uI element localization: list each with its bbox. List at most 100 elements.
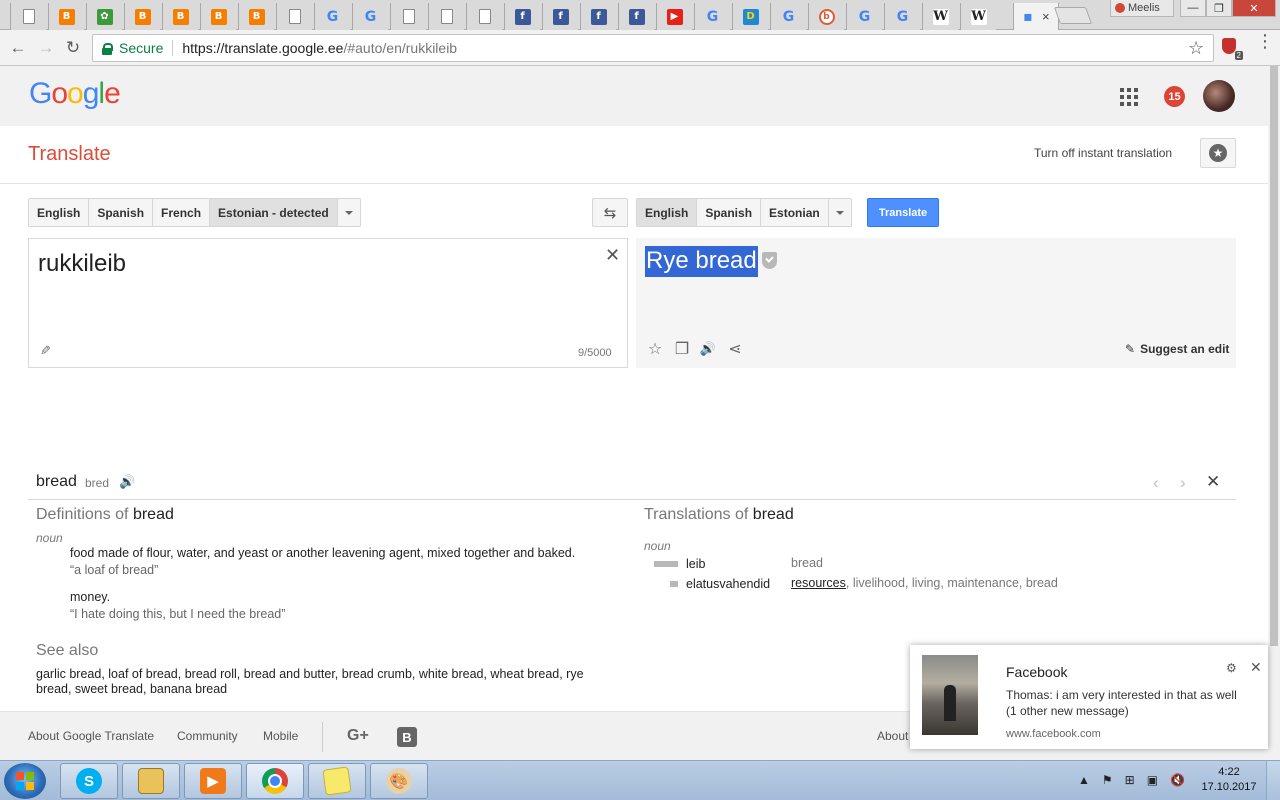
speaker-icon[interactable]: 🔊 (119, 474, 135, 490)
tab-close-icon[interactable]: × (1042, 9, 1050, 24)
browser-tab[interactable]: f (542, 3, 578, 30)
bookmark-star-icon[interactable]: ☆ (1188, 38, 1204, 59)
show-desktop-button[interactable] (1266, 761, 1280, 800)
source-lang-english[interactable]: English (29, 199, 90, 226)
address-bar[interactable]: Secure https://translate.google.ee/#auto… (92, 34, 1214, 62)
profile-button[interactable]: Meelis (1110, 0, 1174, 17)
network-device-icon[interactable]: ⊞ (1125, 773, 1135, 787)
target-lang-spanish[interactable]: Spanish (697, 199, 762, 226)
browser-tab[interactable]: B (238, 3, 274, 30)
synonym-list[interactable]: , livelihood, living, maintenance, bread (846, 576, 1058, 590)
target-lang-dropdown[interactable] (829, 199, 851, 226)
page-title[interactable]: Translate (28, 143, 111, 166)
browser-tab[interactable]: W (960, 3, 996, 30)
next-icon[interactable]: › (1180, 473, 1186, 493)
browser-tab[interactable]: D (732, 3, 768, 30)
source-text[interactable]: rukkileib (38, 250, 126, 278)
browser-tab[interactable] (10, 3, 46, 30)
browser-tab[interactable]: f (580, 3, 616, 30)
back-button[interactable]: ← (8, 38, 28, 58)
browser-tab[interactable]: B (124, 3, 160, 30)
source-lang-dropdown[interactable] (338, 199, 360, 226)
google-logo[interactable]: Google (29, 77, 121, 111)
browser-tab[interactable]: B (200, 3, 236, 30)
footer-link-about-google[interactable]: About (877, 729, 908, 743)
translation-word[interactable]: elatusvahendid (686, 577, 770, 591)
browser-tab[interactable] (276, 3, 312, 30)
reload-button[interactable]: ↻ (63, 38, 83, 58)
browser-tab[interactable]: ▶ (656, 3, 692, 30)
close-icon[interactable]: ✕ (1206, 472, 1220, 492)
translation-word[interactable]: leib (686, 557, 705, 571)
browser-tab[interactable]: G (352, 3, 388, 30)
see-also-list[interactable]: garlic bread, loaf of bread, bread roll,… (36, 667, 616, 697)
browser-tab[interactable]: B (48, 3, 84, 30)
source-text-box[interactable]: rukkileib ✕ ✎ 9/5000 (28, 238, 628, 368)
tab-active[interactable]: ▪ × (1013, 3, 1059, 30)
browser-tab[interactable]: G (694, 3, 730, 30)
new-tab-button[interactable] (1053, 7, 1093, 24)
suggest-edit-button[interactable]: ✎ Suggest an edit (1125, 342, 1229, 356)
restore-button[interactable]: ❐ (1206, 0, 1232, 17)
translate-button[interactable]: Translate (867, 198, 939, 227)
swap-languages-button[interactable]: ⇆ (592, 198, 628, 227)
synonym-list[interactable]: bread (791, 556, 823, 570)
display-icon[interactable]: ▣ (1147, 773, 1158, 787)
clear-source-icon[interactable]: ✕ (605, 245, 620, 266)
window-close-button[interactable]: ✕ (1232, 0, 1276, 17)
notifications-badge[interactable]: 15 (1164, 86, 1185, 107)
start-button[interactable] (4, 763, 46, 799)
listen-icon[interactable]: 🔊 (699, 340, 717, 358)
source-lang-detected[interactable]: Estonian - detected (210, 199, 338, 226)
taskbar-clock[interactable]: 4:22 17.10.2017 (1200, 765, 1258, 795)
source-lang-spanish[interactable]: Spanish (89, 199, 154, 226)
google-plus-icon[interactable]: G+ (347, 727, 369, 745)
gear-icon[interactable]: ⚙ (1226, 661, 1237, 675)
scrollbar-thumb[interactable] (1270, 66, 1278, 646)
save-star-icon[interactable]: ☆ (646, 340, 664, 358)
taskbar-app-button[interactable] (122, 763, 180, 799)
footer-link-community[interactable]: Community (177, 729, 238, 743)
handwriting-icon[interactable]: ✎ (40, 343, 51, 359)
browser-tab[interactable] (428, 3, 464, 30)
definition-example[interactable]: “I hate doing this, but I need the bread… (70, 607, 285, 621)
browser-tab[interactable]: ✿ (86, 3, 122, 30)
taskbar-app-button[interactable]: S (60, 763, 118, 799)
target-lang-english[interactable]: English (637, 199, 698, 226)
prev-icon[interactable]: ‹ (1153, 473, 1159, 493)
close-icon[interactable]: ✕ (1250, 659, 1262, 676)
copy-icon[interactable]: ❐ (673, 340, 691, 358)
footer-link-mobile[interactable]: Mobile (263, 729, 298, 743)
forward-button[interactable]: → (36, 38, 56, 58)
instant-translation-toggle[interactable]: Turn off instant translation (1034, 146, 1172, 160)
browser-tab[interactable]: b (808, 3, 844, 30)
share-icon[interactable]: ⋖ (726, 340, 744, 358)
browser-tab[interactable]: G (884, 3, 920, 30)
apps-grid-icon[interactable] (1120, 88, 1138, 106)
result-text[interactable]: Rye bread (645, 246, 758, 277)
browser-tab[interactable]: G (314, 3, 350, 30)
taskbar-app-button[interactable]: ▶ (184, 763, 242, 799)
blogger-icon[interactable]: B (397, 727, 417, 747)
browser-tab[interactable] (466, 3, 502, 30)
phrasebook-button[interactable]: ★ (1200, 138, 1236, 168)
browser-tab[interactable]: W (922, 3, 958, 30)
browser-tab[interactable]: f (618, 3, 654, 30)
action-center-flag-icon[interactable]: ⚑ (1102, 773, 1113, 787)
browser-tab[interactable]: G (770, 3, 806, 30)
minimize-button[interactable]: — (1180, 0, 1206, 17)
page-scrollbar[interactable] (1268, 66, 1280, 760)
facebook-notification[interactable]: Facebook Thomas: i am very interested in… (910, 645, 1268, 749)
show-hidden-icons-icon[interactable]: ▲ (1078, 773, 1090, 787)
definition-example[interactable]: “a loaf of bread” (70, 563, 158, 577)
browser-tab[interactable]: f (504, 3, 540, 30)
extension-button[interactable]: 2 (1222, 38, 1243, 60)
taskbar-app-button[interactable] (308, 763, 366, 799)
browser-tab[interactable]: G (846, 3, 882, 30)
browser-tab[interactable]: B (162, 3, 198, 30)
browser-menu-icon[interactable]: ⋮ (1256, 32, 1274, 50)
taskbar-app-button[interactable]: 🎨 (370, 763, 428, 799)
synonym-link[interactable]: resources (791, 576, 846, 590)
source-lang-french[interactable]: French (153, 199, 211, 226)
browser-tab[interactable] (390, 3, 426, 30)
